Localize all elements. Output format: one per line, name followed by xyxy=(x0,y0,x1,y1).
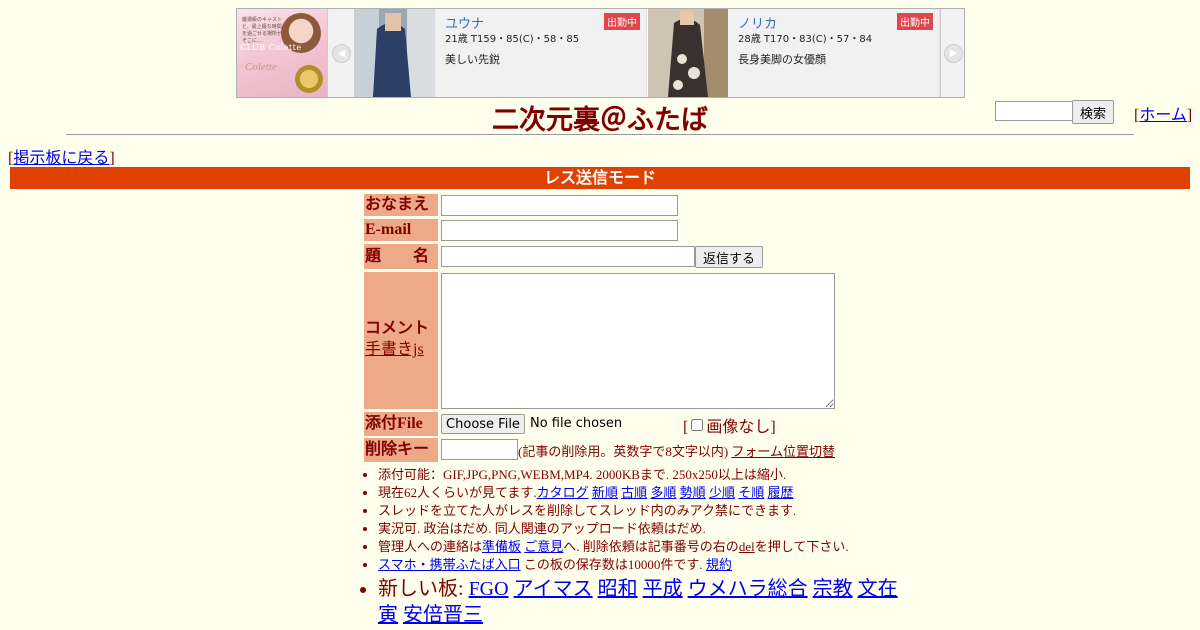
ad-card-photo xyxy=(355,9,435,97)
board-link-religion[interactable]: 宗教 xyxy=(813,578,853,600)
board-link-heisei[interactable]: 平成 xyxy=(643,578,683,600)
ad-logo-tagline: 厳選級のキャストと、最上級な時間を過ごせる場所がそこに… xyxy=(242,17,283,44)
contact-text: 管理人への連絡は xyxy=(378,539,483,554)
ad-card[interactable]: ノリカ 出勤中 28歳 T170・83(C)・57・84 長身美脚の女優顔 xyxy=(648,9,940,97)
mobile-entry-link[interactable]: スマホ・携帯ふたば入口 xyxy=(378,557,521,572)
rule-attachments: 添付可能：GIF,JPG,PNG,WEBM,MP4. 2000KBまで. 250… xyxy=(378,466,898,484)
delete-key-label: 削除キー xyxy=(364,438,438,462)
new-boards-label: 新しい板: xyxy=(378,578,469,600)
feedback-link[interactable]: ご意見 xyxy=(524,539,563,554)
file-status: No file chosen xyxy=(530,416,623,431)
choose-file-button[interactable]: Choose File xyxy=(441,414,525,434)
form-position-toggle-link[interactable]: フォーム位置切替 xyxy=(731,444,835,459)
email-label: E-mail xyxy=(364,219,438,241)
ad-card-description: 美しい先鋭 xyxy=(445,53,500,66)
sort-many-link[interactable]: 多順 xyxy=(650,485,676,500)
ad-card-stats: 21歳 T159・85(C)・58・85 xyxy=(445,34,580,45)
prep-board-link[interactable]: 準備板 xyxy=(482,539,521,554)
bracket-close: ] xyxy=(770,419,776,436)
bracket-open: [ xyxy=(683,419,689,436)
bracket-close: ] xyxy=(1186,107,1193,124)
history-link[interactable]: 履歴 xyxy=(767,485,793,500)
board-rules-list: 添付可能：GIF,JPG,PNG,WEBM,MP4. 2000KBまで. 250… xyxy=(360,466,898,628)
sort-old-link[interactable]: 古順 xyxy=(621,485,647,500)
catalog-link[interactable]: カタログ xyxy=(537,485,589,500)
sort-so-link[interactable]: そ順 xyxy=(738,485,764,500)
chevron-right-icon: ▶ xyxy=(944,44,963,63)
ad-card[interactable]: ユウナ 出勤中 21歳 T159・85(C)・58・85 美しい先鋭 xyxy=(355,9,647,97)
board-link-umehara[interactable]: ウメハラ総合 xyxy=(688,578,808,600)
back-to-board-link[interactable]: 掲示板に戻る xyxy=(13,150,109,167)
ad-logo-brand: CLUB Colette xyxy=(240,43,302,52)
sort-momentum-link[interactable]: 勢順 xyxy=(680,485,706,500)
rule-mobile: スマホ・携帯ふたば入口 この板の保存数は10000件です. 規約 xyxy=(378,556,898,574)
handwriting-link[interactable]: 手書きjs xyxy=(365,341,424,358)
name-field[interactable] xyxy=(441,195,678,216)
rule-contact: 管理人への連絡は準備板 ご意見へ. 削除依頼は記事番号の右のdelを押して下さい… xyxy=(378,538,898,556)
comment-textarea[interactable] xyxy=(441,273,835,409)
board-link-fgo[interactable]: FGO xyxy=(469,578,509,600)
divider xyxy=(66,134,1134,135)
ad-banner[interactable]: 厳選級のキャストと、最上級な時間を過ごせる場所がそこに… CLUB Colett… xyxy=(236,8,965,98)
comment-label: コメント xyxy=(365,320,430,337)
ad-card-photo xyxy=(648,9,728,97)
ad-next-button[interactable]: ▶ xyxy=(940,9,964,97)
email-field[interactable] xyxy=(441,220,678,241)
sort-few-link[interactable]: 少順 xyxy=(709,485,735,500)
ad-card-stats: 28歳 T170・83(C)・57・84 xyxy=(738,34,873,45)
reply-mode-banner: レス送信モード xyxy=(10,167,1190,189)
rule-content: 実況可. 政治はだめ. 同人関連のアップロード依頼はだめ. xyxy=(378,520,898,538)
subject-label: 題 名 xyxy=(364,244,438,269)
no-image-label: 画像なし xyxy=(706,419,771,436)
search-button[interactable]: 検索 xyxy=(1072,100,1114,124)
home-link[interactable]: ホーム xyxy=(1139,107,1187,124)
ad-logo-seal xyxy=(295,65,323,93)
board-link-abe[interactable]: 安倍晋三 xyxy=(403,604,483,626)
delete-key-hint: (記事の削除用。英数字で8文字以内) xyxy=(518,444,729,459)
status-badge: 出勤中 xyxy=(897,13,933,30)
back-nav: [掲示板に戻る] xyxy=(8,144,115,168)
sort-new-link[interactable]: 新順 xyxy=(592,485,618,500)
no-image-option: [ 画像なし] xyxy=(683,413,776,437)
rule-thread-ban: スレッドを立てた人がレスを削除してスレッド内のみアク禁にできます. xyxy=(378,502,898,520)
rule-viewers: 現在62人くらいが見てます.カタログ 新順 古順 多順 勢順 少順 そ順 履歴 xyxy=(378,484,898,502)
ad-prev-button[interactable]: ◀ xyxy=(327,9,355,97)
status-badge: 出勤中 xyxy=(604,13,640,30)
board-link-showa[interactable]: 昭和 xyxy=(598,578,638,600)
no-image-checkbox[interactable] xyxy=(691,419,704,431)
reply-submit-button[interactable]: 返信する xyxy=(695,246,763,268)
chevron-left-icon: ◀ xyxy=(332,44,351,63)
file-label: 添付File xyxy=(364,412,438,436)
storage-text: この板の保存数は10000件です. xyxy=(520,557,703,572)
comment-label-cell: コメント 手書きjs xyxy=(364,272,438,409)
ad-card-description: 長身美脚の女優顔 xyxy=(738,53,826,66)
delete-key-field[interactable] xyxy=(441,439,518,460)
contact-text: へ. 削除依頼は記事番号の右の xyxy=(563,539,739,554)
bracket-close: ] xyxy=(109,150,115,167)
board-link-imas[interactable]: アイマス xyxy=(514,578,593,600)
search-input[interactable] xyxy=(995,101,1075,121)
terms-link[interactable]: 規約 xyxy=(706,557,732,572)
subject-field[interactable] xyxy=(441,246,695,267)
delete-key-note: (記事の削除用。英数字で8文字以内) フォーム位置切替 xyxy=(518,441,835,460)
viewer-count: 現在62人くらいが見てます. xyxy=(378,485,537,500)
name-label: おなまえ xyxy=(364,194,438,216)
home-nav: [ホーム] xyxy=(1134,101,1192,125)
ad-logo[interactable]: 厳選級のキャストと、最上級な時間を過ごせる場所がそこに… CLUB Colett… xyxy=(237,9,327,97)
del-link[interactable]: del xyxy=(739,539,755,554)
contact-text: を押して下さい. xyxy=(754,539,849,554)
ad-logo-script: Colette xyxy=(245,61,277,73)
new-boards: 新しい板: FGO アイマス 昭和 平成 ウメハラ総合 宗教 文在寅 安倍晋三 xyxy=(378,576,898,628)
